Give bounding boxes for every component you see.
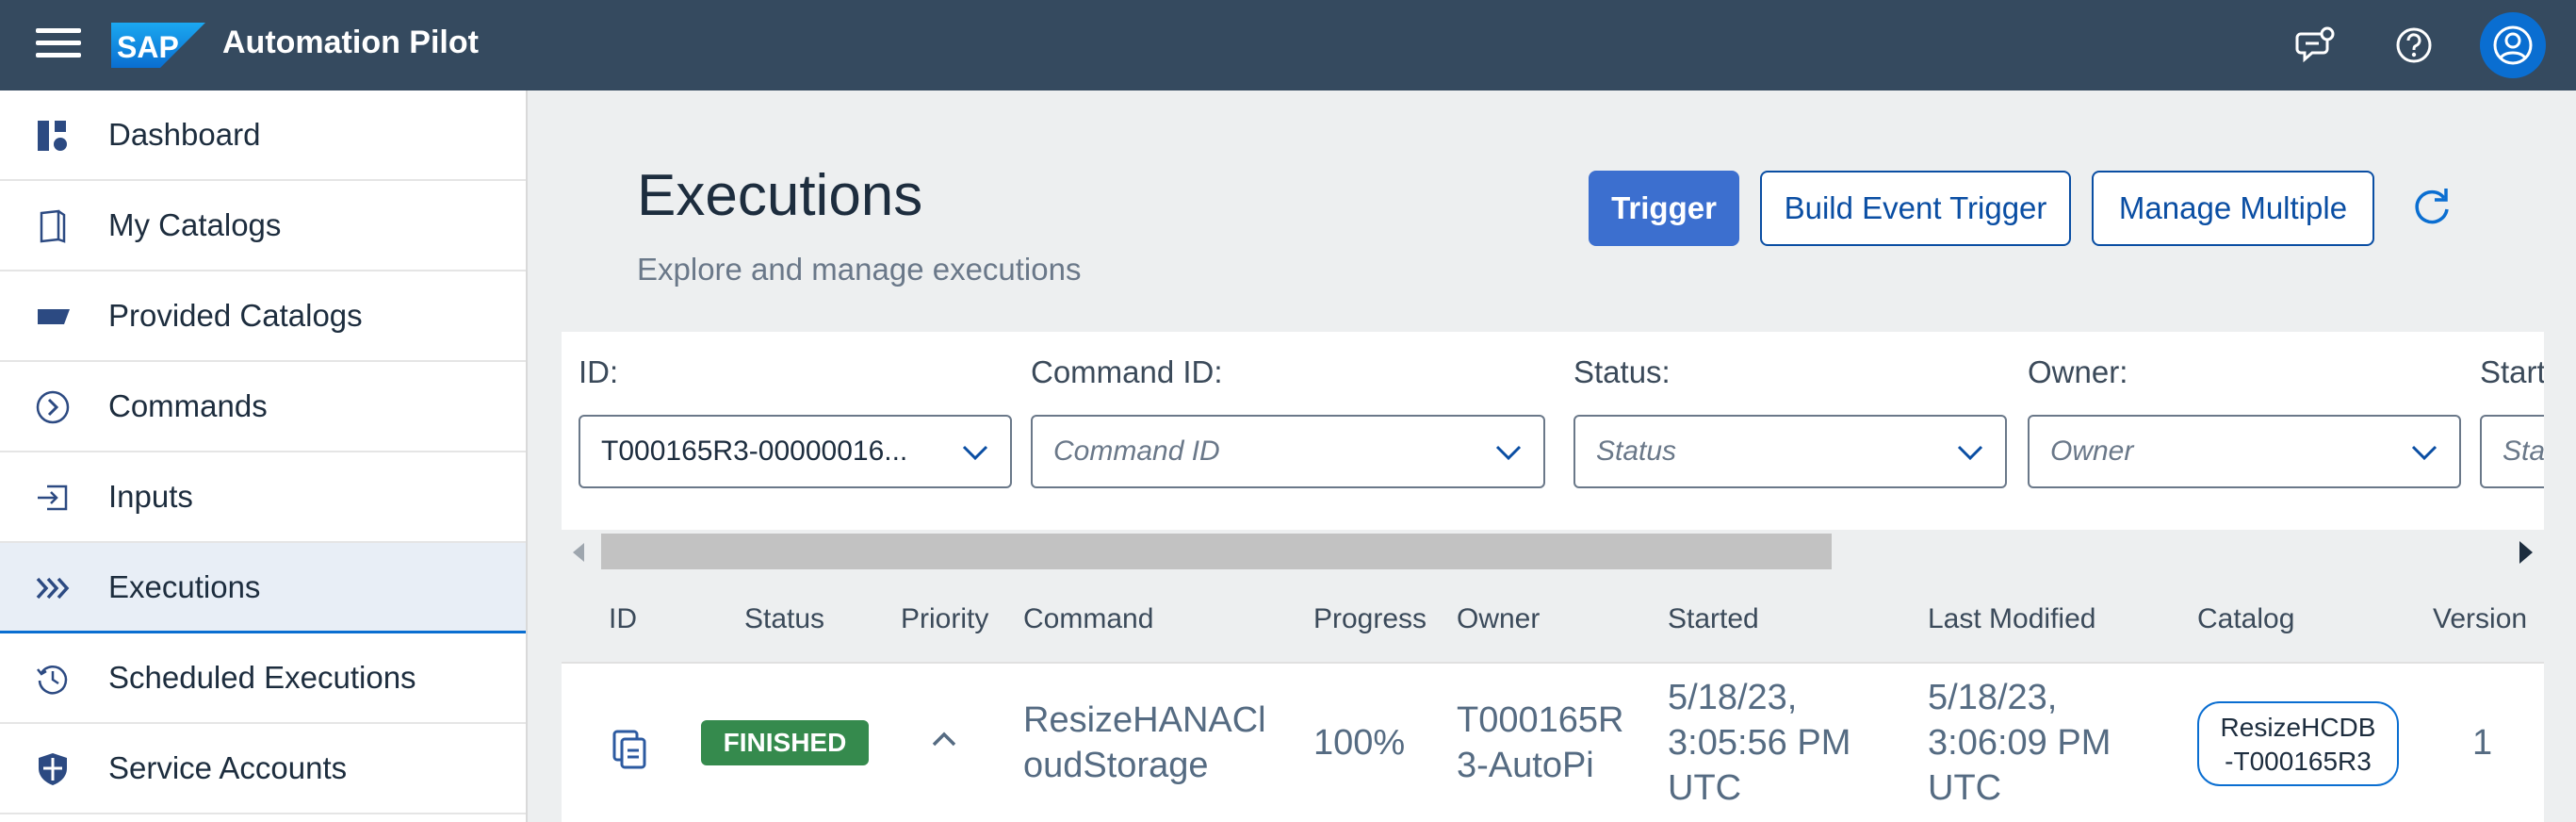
column-header-command[interactable]: Command <box>1023 603 1153 635</box>
command-id-filter-select[interactable]: Command ID <box>1031 415 1545 488</box>
column-header-id[interactable]: ID <box>609 603 637 635</box>
sidebar-item-label: My Catalogs <box>108 207 282 242</box>
column-header-catalog[interactable]: Catalog <box>2197 603 2294 635</box>
table-row[interactable]: FINISHED ResizeHANACl oudStorage 100% T0… <box>562 664 2544 822</box>
started-filter-input[interactable]: Sta <box>2480 415 2544 488</box>
id-filter-value: T000165R3-00000016... <box>601 436 908 467</box>
chevron-down-icon <box>1495 445 1522 461</box>
last-modified-cell: 5/18/23, 3:06:09 PM UTC <box>1928 675 2111 811</box>
catalog-line: -T000165R3 <box>2225 747 2372 776</box>
chevron-up-icon <box>932 732 956 747</box>
feedback-icon[interactable] <box>2295 25 2337 66</box>
command-id-placeholder: Command ID <box>1053 436 1220 467</box>
shell-bar: SAP Automation Pilot <box>0 0 2576 90</box>
command-line: ResizeHANACl <box>1023 700 1266 740</box>
last-modified-line: 3:06:09 PM <box>1928 723 2111 763</box>
sidebar-item-scheduled-executions[interactable]: Scheduled Executions <box>0 633 526 724</box>
page-subtitle: Explore and manage executions <box>637 252 1082 287</box>
build-event-trigger-button[interactable]: Build Event Trigger <box>1760 171 2071 246</box>
status-filter-label: Status: <box>1573 354 1671 389</box>
copy-id-icon[interactable] <box>611 728 648 769</box>
page-title: Executions <box>637 163 923 228</box>
scroll-left-icon[interactable] <box>573 543 584 562</box>
command-cell: ResizeHANACl oudStorage <box>1023 698 1266 788</box>
started-placeholder: Sta <box>2503 436 2544 467</box>
started-cell: 5/18/23, 3:05:56 PM UTC <box>1668 675 1850 811</box>
catalog-icon <box>40 209 66 243</box>
sidebar-item-label: Inputs <box>108 479 193 514</box>
sidebar-item-commands[interactable]: Commands <box>0 362 526 452</box>
tag-icon <box>38 309 70 324</box>
menu-icon[interactable] <box>36 28 81 62</box>
column-header-last-modified[interactable]: Last Modified <box>1928 603 2095 635</box>
sidebar-item-provided-catalogs[interactable]: Provided Catalogs <box>0 271 526 362</box>
sidebar-item-label: Service Accounts <box>108 750 348 785</box>
chevron-down-icon <box>962 445 988 461</box>
started-line: 3:05:56 PM <box>1668 723 1851 763</box>
id-filter-label: ID: <box>579 354 619 389</box>
scroll-right-icon[interactable] <box>2519 541 2533 564</box>
owner-placeholder: Owner <box>2050 436 2134 467</box>
command-icon <box>36 390 70 424</box>
shield-icon <box>39 753 67 785</box>
owner-filter-select[interactable]: Owner <box>2028 415 2461 488</box>
table-header: ID Status Priority Command Progress Owne… <box>562 575 2544 664</box>
status-filter-select[interactable]: Status <box>1573 415 2007 488</box>
last-modified-line: 5/18/23, <box>1928 678 2058 717</box>
sidebar-item-dashboard[interactable]: Dashboard <box>0 90 526 181</box>
user-avatar[interactable] <box>2480 12 2546 78</box>
scheduled-icon <box>37 666 68 695</box>
column-header-status[interactable]: Status <box>744 603 824 635</box>
id-filter-select[interactable]: T000165R3-00000016... <box>579 415 1012 488</box>
horizontal-scrollbar[interactable] <box>562 530 2544 575</box>
sidebar-item-service-accounts[interactable]: Service Accounts <box>0 724 526 814</box>
chevron-down-icon <box>2411 445 2437 461</box>
status-placeholder: Status <box>1596 436 1677 467</box>
last-modified-line: UTC <box>1928 768 2002 808</box>
help-icon[interactable] <box>2393 25 2435 66</box>
inputs-icon <box>38 485 68 511</box>
filter-bar: ID: T000165R3-00000016... Command ID: Co… <box>562 332 2544 530</box>
chevron-down-icon <box>1957 445 1983 461</box>
scrollbar-thumb[interactable] <box>601 534 1832 569</box>
status-badge: FINISHED <box>701 720 869 765</box>
started-line: 5/18/23, <box>1668 678 1798 717</box>
refresh-icon[interactable] <box>2408 185 2454 230</box>
owner-filter-label: Owner: <box>2028 354 2128 389</box>
sidebar-item-label: Provided Catalogs <box>108 298 363 333</box>
sidebar-item-label: Dashboard <box>108 117 261 152</box>
owner-line: T000165R <box>1457 700 1624 740</box>
sidebar-item-label: Scheduled Executions <box>108 660 416 695</box>
app-title: Automation Pilot <box>222 25 479 60</box>
version-cell: 1 <box>2472 723 2493 763</box>
started-line: UTC <box>1668 768 1742 808</box>
owner-line: 3-AutoPi <box>1457 746 1594 785</box>
dashboard-icon <box>38 121 67 151</box>
catalog-line: ResizeHCDB <box>2220 713 2376 742</box>
started-filter-label: Start <box>2480 354 2544 389</box>
command-id-filter-label: Command ID: <box>1031 354 1223 389</box>
sidebar-item-my-catalogs[interactable]: My Catalogs <box>0 181 526 271</box>
trigger-button[interactable]: Trigger <box>1589 171 1739 246</box>
column-header-version[interactable]: Version <box>2433 603 2527 635</box>
column-header-progress[interactable]: Progress <box>1313 603 1427 635</box>
executions-icon <box>36 577 70 600</box>
user-avatar-icon <box>2493 25 2533 65</box>
progress-cell: 100% <box>1313 723 1406 763</box>
svg-text:SAP: SAP <box>117 30 179 64</box>
column-header-owner[interactable]: Owner <box>1457 603 1540 635</box>
catalog-link[interactable]: ResizeHCDB -T000165R3 <box>2197 701 2399 786</box>
sap-logo: SAP <box>111 23 205 68</box>
manage-multiple-button[interactable]: Manage Multiple <box>2092 171 2374 246</box>
column-header-started[interactable]: Started <box>1668 603 1759 635</box>
side-navigation: Dashboard My Catalogs Provided Catalogs … <box>0 90 528 822</box>
sidebar-item-label: Commands <box>108 388 268 423</box>
owner-cell: T000165R 3-AutoPi <box>1457 698 1623 788</box>
sidebar-item-label: Executions <box>108 568 261 604</box>
sidebar-item-inputs[interactable]: Inputs <box>0 452 526 543</box>
command-line: oudStorage <box>1023 746 1209 785</box>
sidebar-item-executions[interactable]: Executions <box>0 543 526 633</box>
column-header-priority[interactable]: Priority <box>901 603 988 635</box>
